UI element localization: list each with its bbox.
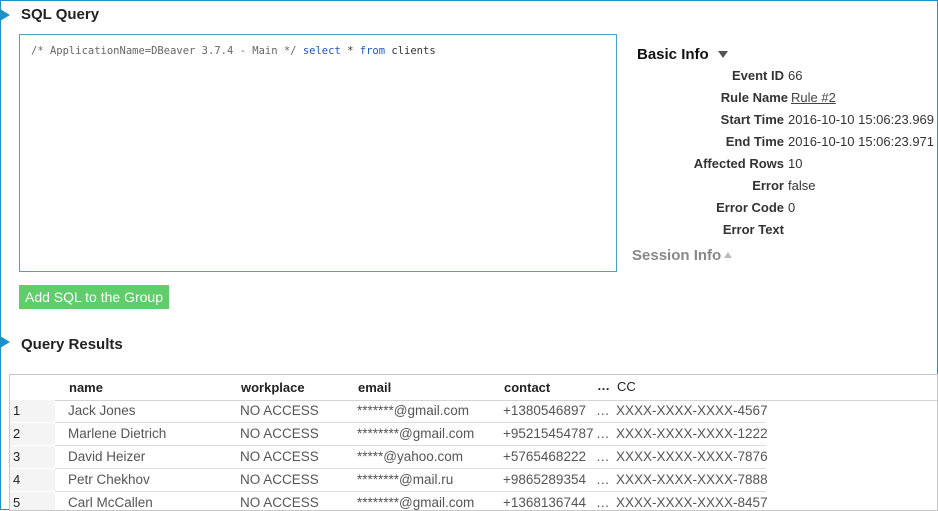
info-label: Error Code bbox=[716, 200, 784, 215]
column-header-contact[interactable]: contact bbox=[504, 380, 550, 395]
info-row-error-code: Error Code 0 bbox=[0, 199, 938, 217]
info-row-affected-rows: Affected Rows 10 bbox=[0, 155, 938, 173]
cell-workplace: NO ACCESS bbox=[240, 403, 319, 418]
cell-workplace: NO ACCESS bbox=[240, 426, 319, 441]
info-label: Event ID bbox=[731, 68, 784, 83]
info-row-error: Error false bbox=[0, 177, 938, 195]
cell-more: … bbox=[596, 449, 610, 464]
section-marker-icon bbox=[0, 9, 10, 21]
row-index: 5 bbox=[10, 492, 55, 510]
section-marker-icon bbox=[0, 336, 10, 348]
cell-email: ********@gmail.com bbox=[357, 495, 475, 510]
cell-more: … bbox=[596, 426, 610, 441]
info-row-rule-name: Rule Name Rule #2 bbox=[0, 89, 938, 107]
cell-contact: +9865289354 bbox=[503, 472, 586, 487]
cell-more: … bbox=[596, 472, 610, 487]
row-index: 2 bbox=[10, 423, 55, 445]
sql-keyword-from: from bbox=[359, 45, 386, 57]
cell-name: Jack Jones bbox=[68, 403, 136, 418]
row-index: 1 bbox=[10, 400, 55, 422]
info-label: Start Time bbox=[720, 112, 784, 127]
cell-cc: XXXX-XXXX-XXXX-7888 bbox=[616, 472, 768, 487]
sql-keyword-select: select bbox=[302, 45, 341, 57]
info-row-error-text: Error Text bbox=[0, 221, 938, 239]
info-value: 0 bbox=[788, 200, 796, 215]
info-label: Affected Rows bbox=[693, 156, 784, 171]
cell-contact: +1380546897 bbox=[503, 403, 586, 418]
row-index: 4 bbox=[10, 469, 55, 491]
cell-name: Marlene Dietrich bbox=[68, 426, 167, 441]
query-results-table: name workplace email contact … CC 1 Jack… bbox=[9, 374, 938, 511]
info-row-start-time: Start Time 2016-10-10 15:06:23.969 bbox=[0, 111, 938, 129]
cell-cc: XXXX-XXXX-XXXX-4567 bbox=[616, 403, 768, 418]
cell-email: ********@mail.ru bbox=[357, 472, 454, 487]
basic-info-title[interactable]: Basic Info bbox=[637, 46, 709, 63]
cell-cc: XXXX-XXXX-XXXX-8457 bbox=[616, 495, 768, 510]
column-header-more[interactable]: … bbox=[597, 378, 610, 393]
cell-contact: +5765468222 bbox=[503, 449, 586, 464]
cell-name: Petr Chekhov bbox=[68, 472, 150, 487]
cell-name: Carl McCallen bbox=[68, 495, 153, 510]
cell-more: … bbox=[596, 495, 610, 510]
info-value: 2016-10-10 15:06:23.969 bbox=[788, 112, 935, 127]
cell-contact: +95215454787 bbox=[503, 426, 594, 441]
cell-cc: XXXX-XXXX-XXXX-7876 bbox=[616, 449, 768, 464]
session-info-title[interactable]: Session Info bbox=[632, 247, 721, 264]
info-value: 10 bbox=[788, 156, 803, 171]
sql-comment: /* ApplicationName=DBeaver 3.7.4 - Main … bbox=[31, 45, 297, 57]
collapse-triangle-icon[interactable] bbox=[718, 51, 728, 58]
column-header-name[interactable]: name bbox=[69, 380, 103, 395]
table-row[interactable]: 4 Petr Chekhov NO ACCESS ********@mail.r… bbox=[10, 469, 937, 492]
expand-triangle-icon[interactable] bbox=[724, 252, 732, 258]
rule-name-link[interactable]: Rule #2 bbox=[791, 89, 836, 107]
sql-table: clients bbox=[391, 45, 436, 57]
row-index: 3 bbox=[10, 446, 55, 468]
query-results-title: Query Results bbox=[21, 336, 123, 353]
info-row-event-id: Event ID 66 bbox=[0, 67, 938, 85]
info-label: Rule Name bbox=[720, 90, 788, 105]
column-header-email[interactable]: email bbox=[358, 380, 391, 395]
cell-workplace: NO ACCESS bbox=[240, 472, 319, 487]
info-value: 2016-10-10 15:06:23.971 bbox=[788, 134, 935, 149]
info-value: false bbox=[788, 178, 816, 193]
cell-contact: +1368136744 bbox=[503, 495, 586, 510]
cell-more: … bbox=[596, 403, 610, 418]
info-row-end-time: End Time 2016-10-10 15:06:23.971 bbox=[0, 133, 938, 151]
table-row[interactable]: 1 Jack Jones NO ACCESS *******@gmail.com… bbox=[10, 400, 937, 423]
cell-name: David Heizer bbox=[68, 449, 146, 464]
cell-email: *******@gmail.com bbox=[357, 403, 469, 418]
info-value: 66 bbox=[788, 68, 803, 83]
cell-workplace: NO ACCESS bbox=[240, 495, 319, 510]
column-header-cc[interactable]: CC bbox=[617, 379, 636, 394]
table-row[interactable]: 3 David Heizer NO ACCESS *****@yahoo.com… bbox=[10, 446, 937, 469]
cell-workplace: NO ACCESS bbox=[240, 449, 319, 464]
info-label: Error bbox=[752, 178, 784, 193]
info-label: End Time bbox=[725, 134, 784, 149]
info-label: Error Text bbox=[722, 222, 784, 237]
table-header: name workplace email contact … CC bbox=[10, 375, 937, 401]
cell-email: ********@gmail.com bbox=[357, 426, 475, 441]
cell-email: *****@yahoo.com bbox=[357, 449, 464, 464]
table-row[interactable]: 5 Carl McCallen NO ACCESS ********@gmail… bbox=[10, 492, 937, 510]
add-sql-to-group-button[interactable]: Add SQL to the Group bbox=[19, 285, 169, 309]
sql-query-title: SQL Query bbox=[21, 6, 100, 23]
sql-star: * bbox=[347, 45, 354, 57]
column-header-workplace[interactable]: workplace bbox=[241, 380, 305, 395]
table-row[interactable]: 2 Marlene Dietrich NO ACCESS ********@gm… bbox=[10, 423, 937, 446]
cell-cc: XXXX-XXXX-XXXX-1222 bbox=[616, 426, 768, 441]
